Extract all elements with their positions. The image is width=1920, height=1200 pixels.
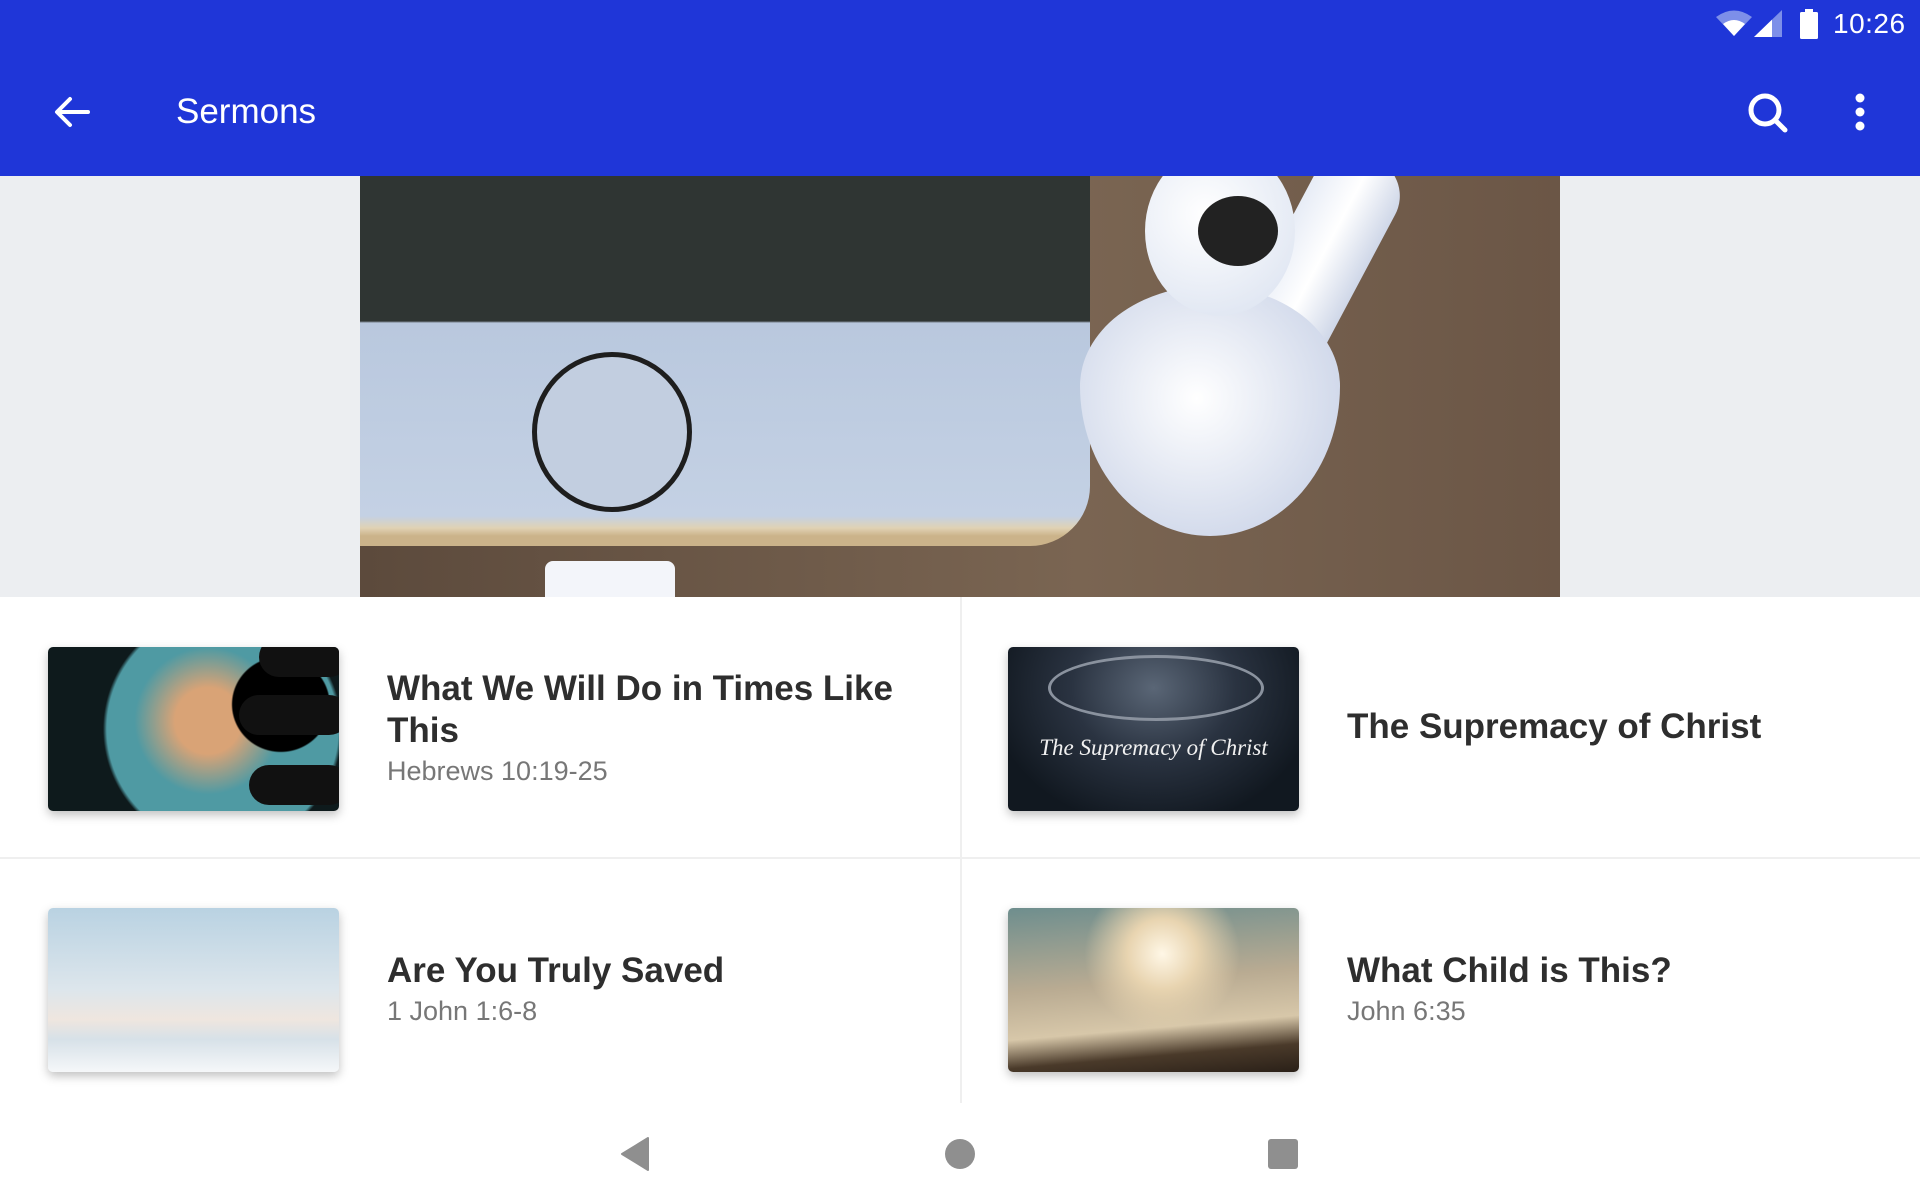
system-nav-bar xyxy=(0,1103,1920,1200)
earbud-mesh-illustration xyxy=(1198,196,1278,266)
battery-icon xyxy=(1800,9,1818,39)
cell-signal-icon xyxy=(1754,10,1782,37)
sermon-thumbnail: The Supremacy of Christ xyxy=(1008,647,1299,811)
sermon-card[interactable]: The Supremacy of Christ The Supremacy of… xyxy=(960,597,1920,857)
sermon-scripture: 1 John 1:6-8 xyxy=(387,995,538,1026)
status-clock: 10:26 xyxy=(1833,8,1906,39)
wifi-icon xyxy=(1716,10,1752,36)
sermon-card[interactable]: What We Will Do in Times Like This Hebre… xyxy=(0,597,960,857)
finger-shape xyxy=(259,647,339,677)
search-button[interactable] xyxy=(1742,88,1794,140)
sermon-card[interactable]: Are You Truly Saved 1 John 1:6-8 xyxy=(0,858,960,1118)
sermon-thumbnail xyxy=(48,647,339,811)
phone-illustration xyxy=(360,176,1090,546)
crown-of-thorns-shape xyxy=(1048,655,1264,721)
phone-home-button-illustration xyxy=(532,352,692,512)
sermon-grid: What We Will Do in Times Like This Hebre… xyxy=(0,597,1920,1103)
more-options-button[interactable] xyxy=(1840,88,1880,140)
sermon-text: Are You Truly Saved 1 John 1:6-8 xyxy=(387,858,920,1118)
home-circle-icon[interactable] xyxy=(945,1139,975,1169)
hero-banner xyxy=(0,176,1920,597)
sermon-scripture: Hebrews 10:19-25 xyxy=(387,755,608,786)
cable-plug-illustration xyxy=(545,561,675,597)
page-title: Sermons xyxy=(176,92,317,131)
sermon-text: The Supremacy of Christ xyxy=(1347,597,1880,857)
hero-image xyxy=(360,176,1560,597)
status-bar: 10:26 xyxy=(1660,0,1920,48)
sermon-thumbnail xyxy=(48,908,339,1072)
sermon-title: What Child is This? xyxy=(1347,950,1672,990)
sermon-scripture: John 6:35 xyxy=(1347,995,1466,1026)
sermon-thumbnail xyxy=(1008,908,1299,1072)
back-button[interactable] xyxy=(48,88,96,136)
arrow-left-icon xyxy=(55,97,90,127)
app-bar: 10:26 Sermons xyxy=(0,0,1920,176)
sermon-title: Are You Truly Saved xyxy=(387,950,725,990)
search-icon xyxy=(1748,93,1788,133)
earbud-illustration xyxy=(1080,286,1340,536)
sermon-title: The Supremacy of Christ xyxy=(1347,707,1762,746)
sermon-card[interactable]: What Child is This? John 6:35 xyxy=(960,858,1920,1118)
more-vert-icon xyxy=(1855,93,1865,131)
sermon-text: What We Will Do in Times Like This Hebre… xyxy=(387,597,920,857)
finger-shape xyxy=(249,765,339,805)
back-triangle-icon[interactable] xyxy=(620,1136,650,1172)
sermon-text: What Child is This? John 6:35 xyxy=(1347,858,1880,1118)
finger-shape xyxy=(239,695,339,735)
sermon-title: What We Will Do in Times Like This xyxy=(387,668,893,750)
recents-square-icon[interactable] xyxy=(1268,1139,1298,1169)
thumbnail-caption: The Supremacy of Christ xyxy=(1039,735,1268,760)
